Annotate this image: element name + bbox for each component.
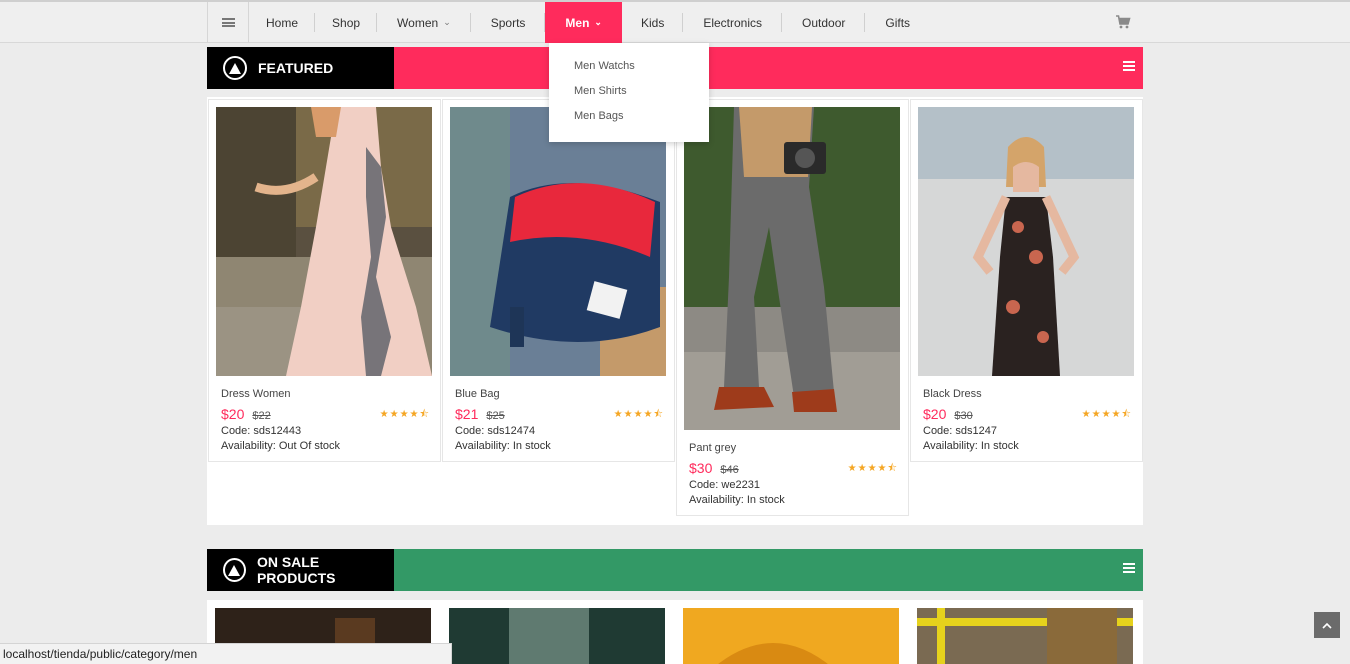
featured-menu-icon[interactable] — [1123, 61, 1135, 71]
product-price: $30 — [689, 460, 713, 476]
nav-item-men[interactable]: Men ⌄ — [545, 2, 622, 47]
product-code: Code: sds12474 — [455, 425, 536, 437]
product-card[interactable]: Black Dress $20 $30 ★★★★⯪ Code: sds1247 … — [910, 99, 1143, 462]
on-sale-product-image[interactable] — [917, 608, 1133, 664]
product-image-black-dress[interactable] — [918, 107, 1134, 376]
dropdown-item-men-watchs[interactable]: Men Watchs — [549, 55, 709, 80]
product-old-price: $25 — [486, 410, 505, 422]
nav-label: Women — [397, 15, 439, 30]
browser-status-url: localhost/tienda/public/category/men — [0, 643, 452, 664]
product-availability: Availability: Out Of stock — [221, 440, 341, 452]
featured-title: FEATURED — [258, 60, 334, 76]
cart-icon[interactable] — [1115, 14, 1131, 30]
product-code: Code: sds12443 — [221, 425, 302, 437]
top-navbar: Home Shop Women ⌄ Sports Men ⌄ Kids Electr… — [0, 2, 1350, 47]
product-name[interactable]: Dress Women — [221, 388, 428, 400]
product-card[interactable]: Pant grey $30 $46 ★★★★⯪ Code: we2231 Ava… — [676, 99, 909, 516]
nav-item-women[interactable]: Women ⌄ — [377, 2, 471, 43]
on-sale-product-image[interactable] — [683, 608, 899, 664]
triangle-badge-icon — [223, 558, 246, 582]
on-sale-product-image[interactable] — [449, 608, 665, 664]
product-info: Dress Women $20 $22 ★★★★⯪ Code: sds12443… — [216, 376, 433, 454]
dropdown-item-men-bags[interactable]: Men Bags — [549, 105, 709, 130]
product-name[interactable]: Black Dress — [923, 388, 1130, 400]
product-image-blue-bag[interactable] — [450, 107, 666, 376]
nav-item-gifts[interactable]: Gifts — [865, 2, 930, 43]
scroll-to-top-button[interactable] — [1314, 612, 1340, 638]
product-availability: Availability: In stock — [689, 494, 785, 506]
nav-item-sports[interactable]: Sports — [471, 2, 546, 43]
product-info: Black Dress $20 $30 ★★★★⯪ Code: sds1247 … — [918, 376, 1135, 454]
product-card[interactable]: Dress Women $20 $22 ★★★★⯪ Code: sds12443… — [208, 99, 441, 462]
product-code: Code: we2231 — [689, 479, 760, 491]
nav-label: Sports — [490, 15, 526, 30]
product-price: $20 — [221, 406, 245, 422]
nav-item-outdoor[interactable]: Outdoor — [782, 2, 866, 43]
nav-label: Home — [266, 15, 299, 30]
nav-item-kids[interactable]: Kids — [622, 2, 684, 43]
nav-label: Outdoor — [802, 15, 846, 30]
product-image-dress-women[interactable] — [216, 107, 432, 376]
rating-stars-icon: ★★★★⯪ — [379, 409, 430, 420]
product-price: $21 — [455, 406, 479, 422]
nav-item-shop[interactable]: Shop — [315, 2, 378, 43]
product-old-price: $22 — [252, 410, 271, 422]
product-old-price: $30 — [954, 410, 973, 422]
nav-label: Kids — [640, 15, 665, 30]
featured-label: FEATURED — [207, 47, 394, 89]
product-name[interactable]: Blue Bag — [455, 388, 662, 400]
on-sale-menu-icon[interactable] — [1123, 563, 1135, 573]
nav-menu: Home Shop Women ⌄ Sports Men ⌄ Kids Electr… — [207, 2, 1143, 47]
nav-item-electronics[interactable]: Electronics — [683, 2, 782, 43]
nav-label: Electronics — [703, 15, 762, 30]
nav-label: Men — [565, 15, 590, 30]
rating-stars-icon: ★★★★⯪ — [1081, 409, 1132, 420]
on-sale-label: ON SALE PRODUCTS — [207, 549, 394, 591]
hamburger-menu-icon[interactable] — [207, 2, 249, 43]
product-old-price: $46 — [720, 464, 739, 476]
rating-stars-icon: ★★★★⯪ — [847, 463, 898, 474]
product-availability: Availability: In stock — [923, 440, 1019, 452]
product-code: Code: sds1247 — [923, 425, 997, 437]
product-info: Pant grey $30 $46 ★★★★⯪ Code: we2231 Ava… — [684, 430, 901, 508]
dropdown-item-men-shirts[interactable]: Men Shirts — [549, 80, 709, 105]
product-price: $20 — [923, 406, 947, 422]
on-sale-section-header: ON SALE PRODUCTS — [207, 549, 1143, 591]
chevron-down-icon: ⌄ — [594, 17, 602, 27]
product-info: Blue Bag $21 $25 ★★★★⯪ Code: sds12474 Av… — [450, 376, 667, 454]
nav-item-home[interactable]: Home — [249, 2, 316, 43]
product-card[interactable]: Blue Bag $21 $25 ★★★★⯪ Code: sds12474 Av… — [442, 99, 675, 462]
nav-label: Gifts — [885, 15, 911, 30]
chevron-up-icon — [1322, 622, 1332, 629]
product-availability: Availability: In stock — [455, 440, 551, 452]
product-image-pant-grey[interactable] — [684, 107, 900, 430]
on-sale-title: ON SALE PRODUCTS — [256, 554, 336, 586]
triangle-badge-icon — [223, 56, 247, 80]
rating-stars-icon: ★★★★⯪ — [613, 409, 664, 420]
chevron-down-icon: ⌄ — [443, 17, 451, 27]
men-dropdown-menu: Men Watchs Men Shirts Men Bags — [549, 43, 709, 142]
product-name[interactable]: Pant grey — [689, 442, 896, 454]
nav-label: Shop — [332, 15, 361, 30]
